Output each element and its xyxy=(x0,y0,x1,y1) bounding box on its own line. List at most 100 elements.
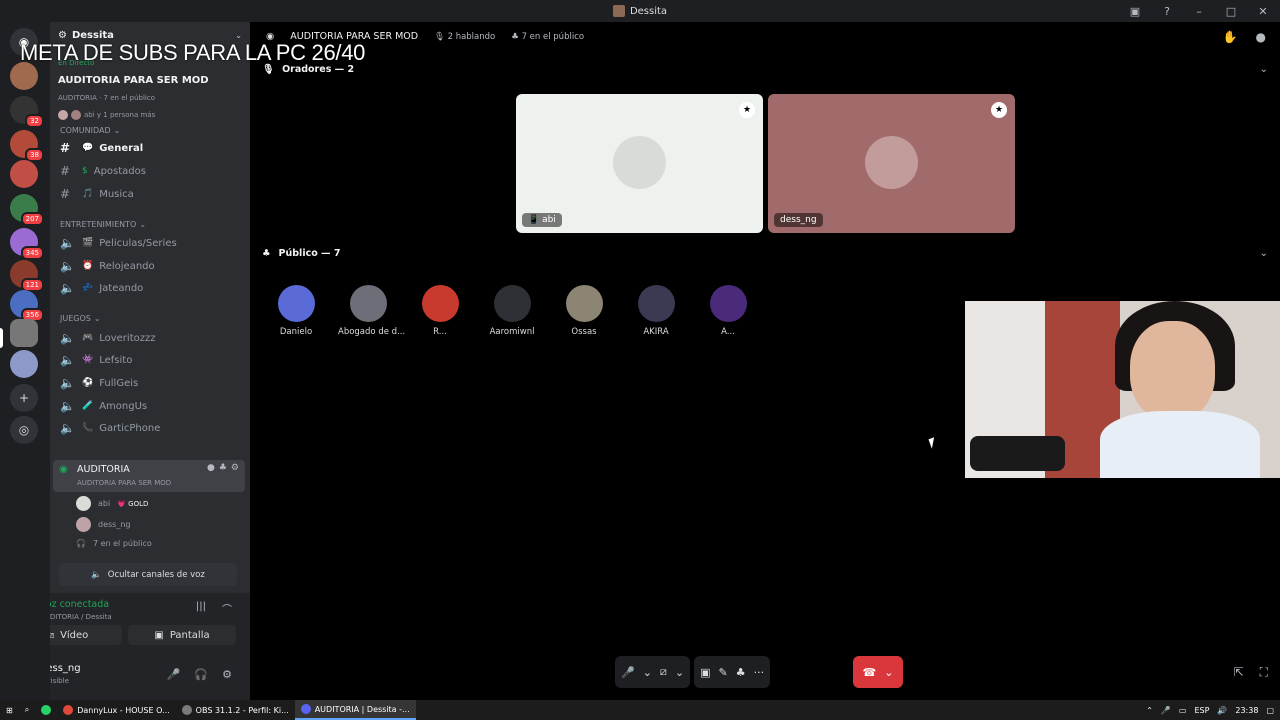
channel-general[interactable]: # 💬 General xyxy=(58,138,244,158)
chevron-down-icon[interactable]: ⌄ xyxy=(1260,64,1268,75)
channel-relojeando[interactable]: 🔈 ⏰ Relojeando xyxy=(58,256,244,276)
channel-jateando[interactable]: 🔈 💤 Jateando xyxy=(58,278,244,298)
server-icon[interactable] xyxy=(10,160,38,188)
mouse-cursor xyxy=(928,437,938,449)
channel-loveritozzz[interactable]: 🔈 🎮 Loveritozzz xyxy=(58,328,244,348)
speaker-icon: 🔈 xyxy=(60,281,75,295)
audience-member[interactable]: Aaromiwnl xyxy=(482,285,542,337)
raise-hand-icon[interactable]: ✋ xyxy=(1223,30,1238,44)
search-icon[interactable]: ⌕ xyxy=(19,700,35,720)
taskbar-app[interactable]: AUDITORIA | Dessita -... xyxy=(294,700,416,720)
inbox-icon[interactable]: ▣ xyxy=(1126,5,1144,18)
chat-bubble-icon[interactable]: ● xyxy=(207,463,215,473)
channel-fullgeis[interactable]: 🔈 ⚽ FullGeis xyxy=(58,373,244,393)
more-icon[interactable]: ··· xyxy=(754,666,765,679)
chevron-down-icon[interactable]: ⌄ xyxy=(675,666,684,679)
discover-icon[interactable]: ◎ xyxy=(10,416,38,444)
taskbar-app[interactable]: OBS 31.1.2 - Perfil: Ki... xyxy=(176,700,295,720)
category-comunidad[interactable]: COMUNIDAD ⌄ xyxy=(60,126,120,135)
chat-icon[interactable]: ● xyxy=(1256,30,1266,44)
volume-icon[interactable]: 🔊 xyxy=(1217,706,1227,715)
noise-suppression-icon[interactable]: ||| xyxy=(196,601,206,612)
channel-musica[interactable]: # 🎵 Musica xyxy=(58,184,244,204)
language-indicator[interactable]: ESP xyxy=(1194,706,1209,715)
taskbar-app[interactable]: DannyLux - HOUSE O... xyxy=(57,700,175,720)
category-entretenimiento[interactable]: ENTRETENIMIENTO ⌄ xyxy=(60,220,146,229)
network-icon[interactable]: ▭ xyxy=(1179,706,1187,715)
voice-user-abi[interactable]: abi 💗 GOLD xyxy=(76,496,148,511)
server-icon[interactable]: 32 xyxy=(10,96,44,128)
active-voice-channel[interactable]: ◉ AUDITORIA AUDITORIA PARA SER MOD ● ♣ ⚙ xyxy=(53,460,245,492)
audience-member[interactable]: Abogado de d... xyxy=(338,285,405,337)
server-icon[interactable]: 38 xyxy=(10,130,44,162)
voice-connected-status[interactable]: Voz conectada xyxy=(50,599,109,610)
ball-icon: ⚽ xyxy=(82,378,94,388)
server-icon-dessita[interactable] xyxy=(10,319,38,347)
microphone-icon[interactable]: 🎤 xyxy=(167,668,181,681)
mic-tray-icon[interactable]: 🎤 xyxy=(1161,706,1171,715)
event-title[interactable]: AUDITORIA PARA SER MOD xyxy=(58,75,209,86)
channel-garticphone[interactable]: 🔈 📞 GarticPhone xyxy=(58,418,244,438)
screen-share-icon[interactable]: ▣ xyxy=(700,666,710,679)
chevron-down-icon[interactable]: ⌄ xyxy=(1260,248,1268,259)
close-button[interactable]: ✕ xyxy=(1254,5,1272,18)
audience-member[interactable]: R... xyxy=(410,285,470,337)
settings-icon[interactable]: ⚙ xyxy=(231,463,239,473)
hide-voice-channels-button[interactable]: 🔈 Ocultar canales de voz xyxy=(59,563,237,586)
headphones-icon[interactable]: 🎧 xyxy=(194,668,208,681)
server-icon[interactable]: 207 xyxy=(10,194,44,226)
camera-off-icon[interactable]: ⧄ xyxy=(660,665,667,679)
user-name[interactable]: dess_ng xyxy=(50,663,81,674)
clock[interactable]: 23:38 xyxy=(1235,706,1258,715)
chevron-down-icon[interactable]: ⌄ xyxy=(643,666,652,679)
voice-user-dess-ng[interactable]: dess_ng xyxy=(76,517,130,532)
chevron-down-icon[interactable]: ⌄ xyxy=(884,666,893,679)
fullscreen-icon[interactable]: ⛶ xyxy=(1260,665,1268,680)
disconnect-button[interactable]: ☎ ⌄ xyxy=(853,656,903,688)
channel-lefsito[interactable]: 🔈 👾 Lefsito xyxy=(58,350,244,370)
mic-control[interactable]: 🎤 ⌄ ⧄ ⌄ xyxy=(615,656,691,688)
help-icon[interactable]: ? xyxy=(1158,5,1176,18)
microphone-icon[interactable]: 🎤 xyxy=(621,666,635,679)
add-server-icon[interactable]: + xyxy=(10,384,38,412)
video-button[interactable]: ⧄ Vídeo xyxy=(50,625,122,645)
screen-share-button[interactable]: ▣ Pantalla xyxy=(128,625,236,645)
audience-member[interactable]: A... xyxy=(698,285,758,337)
channel-amongus[interactable]: 🔈 🧪 AmongUs xyxy=(58,396,244,416)
channel-apostados[interactable]: # $ Apostados xyxy=(58,161,244,181)
maximize-button[interactable]: □ xyxy=(1222,5,1240,18)
server-icon[interactable]: 356 xyxy=(10,290,44,322)
event-attendees-text: abi y 1 persona más xyxy=(84,111,156,119)
invite-icon[interactable]: ♣ xyxy=(219,463,227,473)
channel-peliculas-series[interactable]: 🔈 🎬 Peliculas/Series xyxy=(58,233,244,253)
server-icon[interactable] xyxy=(10,62,38,90)
clock-icon: ⏰ xyxy=(82,261,94,271)
category-juegos[interactable]: JUEGOS ⌄ xyxy=(60,314,101,323)
mention-badge: 207 xyxy=(20,212,44,226)
popout-icon[interactable]: ⇱ xyxy=(1234,665,1244,680)
voice-connected-location[interactable]: AUDITORIA / Dessita xyxy=(50,613,112,621)
minimize-button[interactable]: – xyxy=(1190,5,1208,18)
invite-icon[interactable]: ♣ xyxy=(736,666,746,679)
whatsapp-icon[interactable] xyxy=(35,700,57,720)
audience-member[interactable]: AKIRA xyxy=(626,285,686,337)
voice-audience-count: 🎧 7 en el público xyxy=(76,539,152,548)
server-icon[interactable]: 345 xyxy=(10,228,44,260)
server-icon[interactable]: 121 xyxy=(10,260,44,292)
system-tray: ⌃ 🎤 ▭ ESP 🔊 23:38 ▢ xyxy=(1146,700,1274,720)
activity-controls[interactable]: ▣ ✎ ♣ ··· xyxy=(694,656,771,688)
avatar xyxy=(277,285,315,322)
notification-icon[interactable]: ▢ xyxy=(1266,706,1274,715)
audience-member-name: AKIRA xyxy=(643,327,669,337)
chevron-up-icon[interactable]: ⌃ xyxy=(1146,706,1153,715)
server-icon[interactable] xyxy=(10,350,38,378)
start-button[interactable]: ⊞ xyxy=(0,700,19,720)
channel-name: Musica xyxy=(99,188,134,200)
soundboard-icon[interactable]: ✎ xyxy=(719,666,728,679)
user-settings-icon[interactable]: ⚙ xyxy=(222,668,232,681)
speaker-tile-dess-ng[interactable]: ★ dess_ng xyxy=(768,94,1015,233)
audience-member[interactable]: Danielo xyxy=(266,285,326,337)
speaker-tile-abi[interactable]: ★ 📱 abi xyxy=(516,94,763,233)
audience-member[interactable]: Ossas xyxy=(554,285,614,337)
disconnect-icon[interactable]: ⌒ xyxy=(222,601,232,616)
